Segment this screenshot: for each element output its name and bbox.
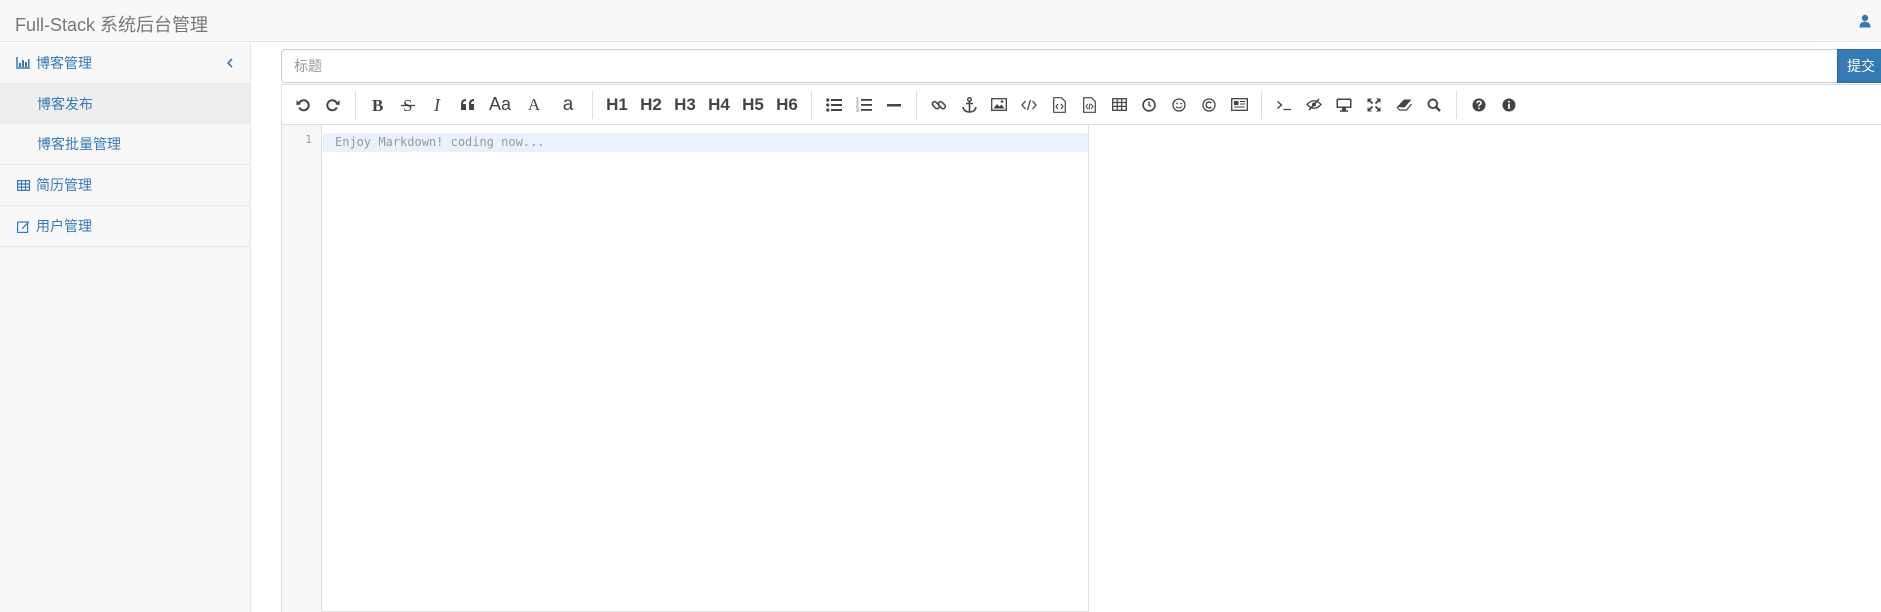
uppercase-button[interactable]: A <box>517 90 551 120</box>
preformatted-text-icon[interactable] <box>1044 90 1074 120</box>
emoji-icon[interactable] <box>1164 90 1194 120</box>
sidebar: 博客管理 博客发布 博客批量管理 简历管理 用户管理 <box>0 43 251 612</box>
sidebar-item-blog-management[interactable]: 博客管理 <box>0 43 250 84</box>
toolbar-divider <box>1456 90 1457 119</box>
toolbar-divider <box>592 90 593 119</box>
code-icon[interactable] <box>1014 90 1044 120</box>
sidebar-item-label: 博客管理 <box>36 55 92 71</box>
line-number-gutter: 1 <box>282 125 322 612</box>
clock-icon[interactable] <box>1134 90 1164 120</box>
redo-icon[interactable] <box>318 90 348 120</box>
markdown-preview-pane <box>1089 125 1881 612</box>
toolbar-divider <box>1261 90 1262 119</box>
heading-6-button[interactable]: H6 <box>770 90 804 120</box>
user-icon[interactable] <box>1859 14 1871 28</box>
line-number: 1 <box>305 133 312 146</box>
uppercase-case-button[interactable]: Aa <box>483 90 517 120</box>
sidebar-item-blog-batch-management[interactable]: 博客批量管理 <box>0 124 250 164</box>
editor-placeholder: Enjoy Markdown! coding now... <box>335 135 545 149</box>
sidebar-item-user-management[interactable]: 用户管理 <box>0 206 250 247</box>
toolbar-divider <box>916 90 917 119</box>
table-icon[interactable] <box>1104 90 1134 120</box>
svg-text:3: 3 <box>856 108 859 113</box>
ordered-list-icon[interactable]: 123 <box>849 90 879 120</box>
fullscreen-icon[interactable] <box>1359 90 1389 120</box>
heading-3-button[interactable]: H3 <box>668 90 702 120</box>
submit-button[interactable]: 提交 <box>1837 49 1881 83</box>
sidebar-item-blog-publish[interactable]: 博客发布 <box>0 84 250 124</box>
top-navbar: Full-Stack 系统后台管理 <box>0 0 1881 42</box>
unordered-list-icon[interactable] <box>819 90 849 120</box>
strikethrough-icon[interactable]: S <box>393 90 423 120</box>
title-row: 提交 <box>281 49 1881 83</box>
lowercase-button[interactable]: a <box>551 90 585 120</box>
heading-2-button[interactable]: H2 <box>634 90 668 120</box>
search-icon[interactable] <box>1419 90 1449 120</box>
svg-text:B: B <box>372 97 383 113</box>
bold-icon[interactable]: B <box>363 90 393 120</box>
chevron-left-icon[interactable] <box>226 56 234 68</box>
bar-chart-icon <box>16 56 30 70</box>
desktop-icon[interactable] <box>1329 90 1359 120</box>
anchor-icon[interactable] <box>954 90 984 120</box>
toolbar-divider <box>355 90 356 119</box>
horizontal-rule-icon[interactable] <box>879 90 909 120</box>
heading-5-button[interactable]: H5 <box>736 90 770 120</box>
eye-slash-icon[interactable] <box>1299 90 1329 120</box>
eraser-icon[interactable] <box>1389 90 1419 120</box>
blog-submenu: 博客发布 博客批量管理 <box>0 84 250 165</box>
edit-icon <box>16 219 30 233</box>
info-icon[interactable] <box>1494 90 1524 120</box>
italic-icon[interactable]: I <box>423 90 453 120</box>
toolbar-divider <box>811 90 812 119</box>
help-icon[interactable] <box>1464 90 1494 120</box>
markdown-input-area[interactable]: Enjoy Markdown! coding now... <box>323 125 1088 612</box>
heading-1-button[interactable]: H1 <box>600 90 634 120</box>
table-icon <box>16 178 30 192</box>
code-block-icon[interactable] <box>1074 90 1104 120</box>
image-icon[interactable] <box>984 90 1014 120</box>
heading-4-button[interactable]: H4 <box>702 90 736 120</box>
editor-toolbar: B S I Aa A a H1 H2 H3 H4 H5 H6 123 <box>282 85 1881 125</box>
sidebar-item-label: 简历管理 <box>36 177 92 193</box>
copyright-icon[interactable] <box>1194 90 1224 120</box>
terminal-icon[interactable] <box>1269 90 1299 120</box>
sidebar-item-label: 用户管理 <box>36 218 92 234</box>
svg-text:I: I <box>433 97 441 113</box>
quote-icon[interactable] <box>453 90 483 120</box>
brand-title[interactable]: Full-Stack 系统后台管理 <box>15 11 208 37</box>
markdown-editor: B S I Aa A a H1 H2 H3 H4 H5 H6 123 1 Enj… <box>281 84 1881 612</box>
undo-icon[interactable] <box>288 90 318 120</box>
link-icon[interactable] <box>924 90 954 120</box>
page-break-icon[interactable] <box>1224 90 1254 120</box>
title-input[interactable] <box>281 49 1838 83</box>
sidebar-item-resume-management[interactable]: 简历管理 <box>0 165 250 206</box>
